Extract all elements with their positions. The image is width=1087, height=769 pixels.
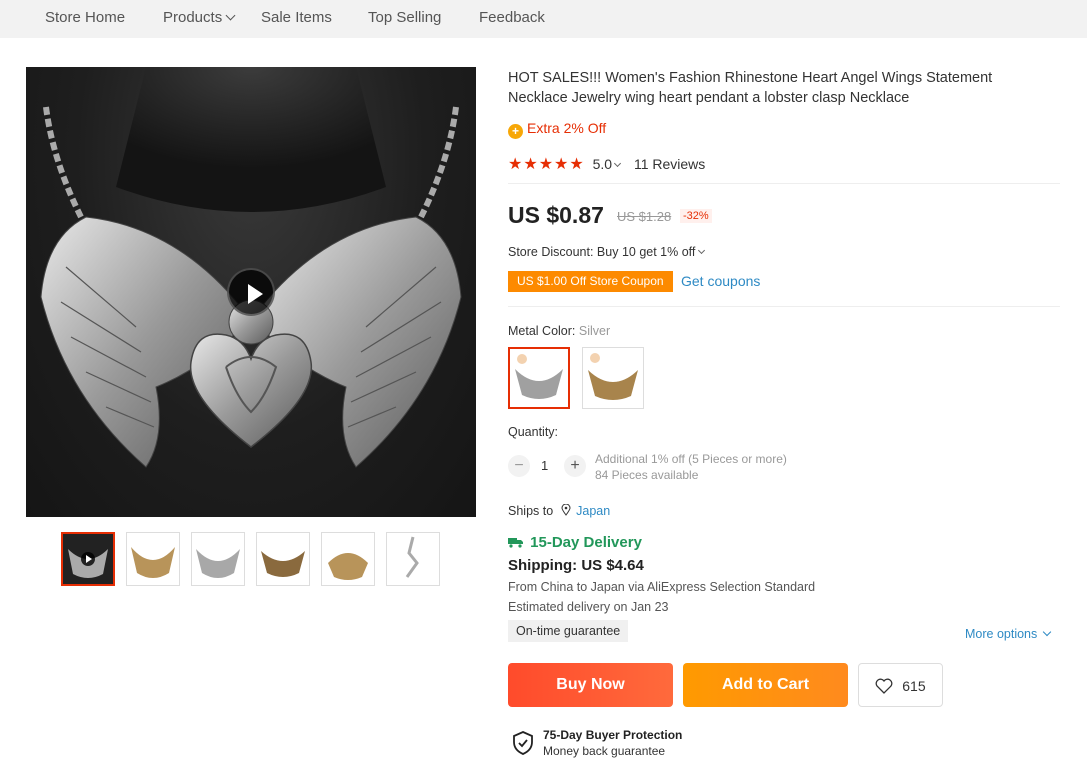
thumbnail-2[interactable] [126,532,180,586]
nav-sale-items[interactable]: Sale Items [261,9,332,26]
divider [508,306,1060,307]
rating-value[interactable]: 5.0 [593,156,612,172]
quantity-label: Quantity: [508,425,559,439]
nav-products[interactable]: Products [163,9,236,26]
discount-badge: -32% [680,209,712,223]
thumbnail-image [257,533,309,585]
location-pin-icon [561,503,574,518]
buyer-protection-title: 75-Day Buyer Protection [543,728,683,742]
thumbnail-3[interactable] [191,532,245,586]
shield-check-icon [512,731,534,755]
quantity-increase-button[interactable]: + [564,455,586,477]
thumbnail-6[interactable] [386,532,440,586]
nav-products-label: Products [163,9,223,26]
nav-store-home[interactable]: Store Home [45,9,125,26]
main-product-image[interactable] [26,67,476,517]
shipping-route: From China to Japan via AliExpress Selec… [508,580,816,594]
wishlist-button[interactable]: 615 [858,663,943,707]
more-shipping-options[interactable]: More options [965,627,1052,641]
thumbnail-1[interactable] [61,532,115,586]
metal-color-title: Metal Color: [508,324,576,338]
thumbnail-image [127,533,179,585]
variant-image [510,349,568,407]
buy-now-button[interactable]: Buy Now [508,663,673,707]
thumbnail-4[interactable] [256,532,310,586]
store-coupon-tag[interactable]: US $1.00 Off Store Coupon [508,271,673,292]
thumbnail-image [322,533,374,585]
nav-top-selling[interactable]: Top Selling [368,9,441,26]
quantity-info: Additional 1% off (5 Pieces or more) 84 … [595,451,787,483]
on-time-guarantee-badge: On-time guarantee [508,620,629,642]
extra-discount: + Extra 2% Off [508,120,607,139]
thumbnail-image [192,533,244,585]
chevron-down-icon [614,159,622,168]
shipping-cost: Shipping: US $4.64 [508,557,644,574]
star-icon: ★★★★★ [508,156,585,173]
ships-to-label: Ships to [508,504,554,518]
get-coupons-link[interactable]: Get coupons [681,273,760,289]
delivery-time: 15-Day Delivery [508,534,642,551]
play-video-button[interactable] [227,268,275,316]
coin-icon: + [508,124,523,139]
variant-image [583,348,643,408]
delivery-time-label: 15-Day Delivery [530,534,642,551]
variant-gold[interactable] [582,347,644,409]
product-title: HOT SALES!!! Women's Fashion Rhinestone … [508,70,993,106]
truck-icon [508,534,530,551]
reviews-link[interactable]: 11 Reviews [634,156,705,172]
estimated-delivery: Estimated delivery on Jan 23 [508,600,669,614]
quantity-additional-discount: Additional 1% off (5 Pieces or more) [595,452,787,466]
original-price: US $1.28 [617,209,672,224]
divider [508,183,1060,184]
store-discount[interactable]: Store Discount: Buy 10 get 1% off [508,245,706,259]
store-discount-label: Store Discount: Buy 10 get 1% off [508,245,696,259]
variant-silver[interactable] [508,347,570,409]
quantity-decrease-button[interactable]: − [508,455,530,477]
buyer-protection-subtitle: Money back guarantee [543,744,666,758]
store-nav-bar: Store Home Products Sale Items Top Selli… [0,0,1087,38]
more-options-label: More options [965,627,1038,641]
quantity-available: 84 Pieces available [595,468,699,482]
extra-discount-label: Extra 2% Off [527,120,607,136]
nav-feedback[interactable]: Feedback [479,9,545,26]
metal-color-label: Metal Color: Silver [508,324,610,338]
ships-to-location[interactable]: Japan [576,504,610,518]
current-price: US $0.87 [508,202,604,228]
heart-icon [875,678,902,694]
thumbnail-image [387,533,439,585]
thumbnail-5[interactable] [321,532,375,586]
wishlist-count: 615 [902,678,926,694]
chevron-down-icon [698,246,706,255]
thumbnail-image [63,534,113,584]
chevron-down-icon [1043,627,1052,637]
ships-to-row: Ships to Japan [508,503,610,518]
add-to-cart-button[interactable]: Add to Cart [683,663,848,707]
quantity-value[interactable]: 1 [541,458,548,473]
chevron-down-icon [225,10,236,21]
rating-row: ★★★★★ 5.0 11 Reviews [508,154,705,174]
thumbnail-strip [61,532,441,586]
metal-color-value: Silver [578,324,611,338]
